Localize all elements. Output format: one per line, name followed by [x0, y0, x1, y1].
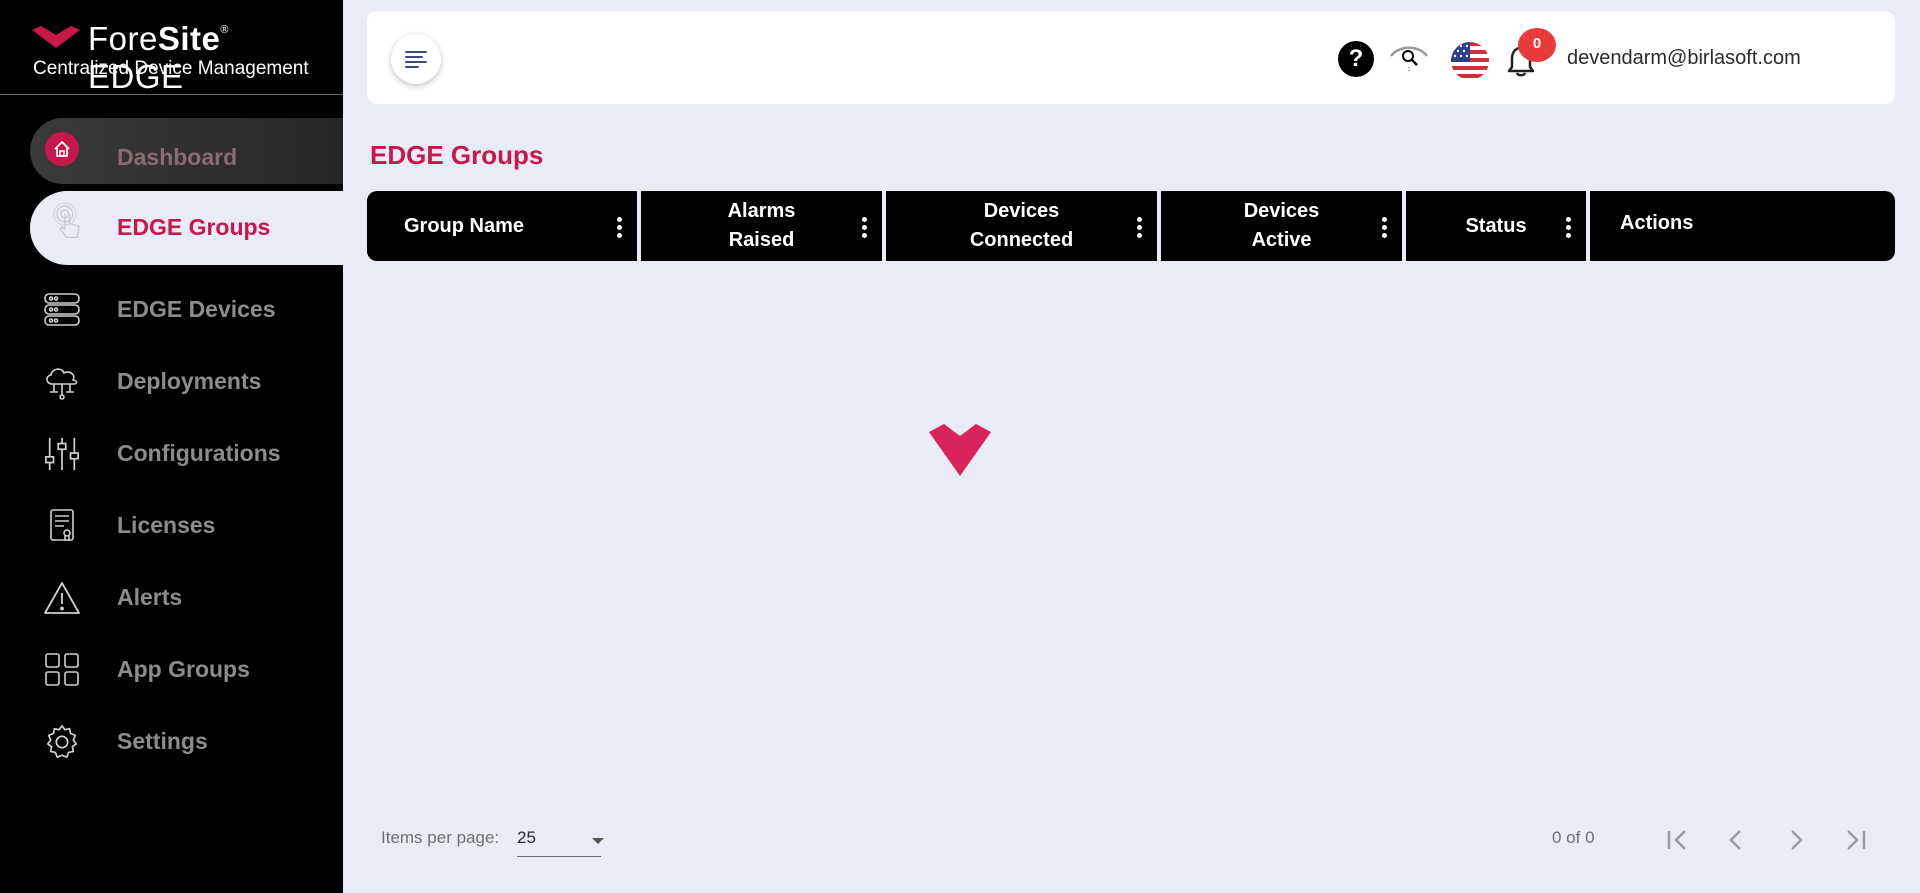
sidebar-item-label: Configurations — [117, 440, 281, 466]
menu-line — [405, 61, 427, 63]
grid-icon — [45, 653, 79, 686]
sidebar-divider — [0, 94, 343, 95]
touch-icon — [53, 203, 80, 239]
pagination-range: 0 of 0 — [1552, 828, 1595, 847]
sidebar-item-configurations[interactable]: Configurations — [0, 420, 343, 486]
menu-toggle-button[interactable] — [391, 34, 441, 84]
menu-line — [405, 56, 423, 58]
sidebar-item-app-groups[interactable]: App Groups — [0, 636, 343, 702]
column-menu-icon[interactable] — [617, 217, 623, 239]
chevron-down-icon — [592, 838, 604, 844]
column-menu-icon[interactable] — [862, 217, 868, 239]
column-header-label: Group Name — [404, 214, 525, 237]
sidebar-item-edge-devices[interactable]: EDGE Devices — [0, 276, 343, 342]
sidebar-item-label: EDGE Devices — [117, 296, 276, 322]
column-header-actions: Actions — [1590, 188, 1895, 258]
items-per-page-select[interactable]: 25 — [517, 826, 604, 857]
column-menu-icon[interactable] — [1566, 217, 1572, 239]
last-page-icon[interactable] — [1836, 820, 1876, 860]
home-icon — [45, 132, 79, 166]
column-header-label: Actions — [1620, 211, 1694, 234]
sidebar-item-alerts[interactable]: Alerts — [0, 564, 343, 630]
sidebar-item-label: Alerts — [117, 584, 183, 610]
column-header-devices-active[interactable]: Devices Active — [1161, 191, 1402, 261]
cloud-network-icon — [46, 368, 78, 400]
column-header-label: Status — [1465, 214, 1527, 237]
items-per-page-label: Items per page: — [381, 828, 500, 847]
sidebar-item-licenses[interactable]: Licenses — [0, 492, 343, 558]
sidebar-item-label: Licenses — [117, 512, 216, 538]
server-icon — [44, 293, 80, 326]
column-menu-icon[interactable] — [1137, 217, 1143, 239]
sidebar-item-label: Deployments — [117, 368, 262, 394]
column-header-alarms-raised[interactable]: Alarms Raised — [641, 191, 882, 261]
brand-subtitle: Centralized Device Management — [33, 58, 309, 79]
first-page-icon[interactable] — [1657, 820, 1697, 860]
brand-logo: ForeSite® EDGE Centralized Device Manage… — [30, 20, 330, 95]
sidebar-item-edge-groups[interactable]: EDGE Groups — [0, 191, 343, 265]
certificate-icon — [50, 509, 74, 541]
sidebar-item-label: EDGE Groups — [117, 214, 271, 240]
next-page-icon[interactable] — [1776, 820, 1816, 860]
loading-spinner-icon — [929, 424, 991, 476]
column-header-label: Devices Active — [1243, 200, 1320, 251]
sidebar-item-label: Settings — [117, 728, 208, 754]
warning-icon — [44, 582, 80, 614]
sidebar-item-deployments[interactable]: Deployments — [0, 348, 343, 414]
sidebar-item-dashboard[interactable]: Dashboard — [0, 118, 343, 184]
sidebar-item-label: App Groups — [117, 656, 250, 682]
column-header-status[interactable]: Status — [1406, 191, 1586, 261]
menu-line — [405, 51, 427, 53]
us-flag-icon[interactable] — [1450, 41, 1490, 81]
previous-page-icon[interactable] — [1716, 820, 1756, 860]
notification-count-badge: 0 — [1518, 28, 1556, 62]
table-header: Group Name Alarms Raised Devices Connect… — [367, 191, 1895, 261]
view-icon[interactable] — [1389, 43, 1429, 75]
sliders-icon — [45, 437, 79, 471]
column-header-group-name[interactable]: Group Name — [367, 191, 637, 261]
column-header-label: Alarms Raised — [727, 200, 796, 251]
menu-line — [405, 66, 419, 68]
column-menu-icon[interactable] — [1382, 217, 1388, 239]
gear-icon — [46, 725, 78, 759]
page-title: EDGE Groups — [370, 140, 544, 170]
column-header-devices-connected[interactable]: Devices Connected — [886, 191, 1157, 261]
user-email[interactable]: devendarm@birlasoft.com — [1567, 47, 1801, 70]
sidebar-item-settings[interactable]: Settings — [0, 708, 343, 774]
foresite-logo-icon — [32, 26, 80, 48]
sidebar-item-label: Dashboard — [117, 144, 238, 170]
sidebar: ForeSite® EDGE Centralized Device Manage… — [0, 0, 343, 893]
top-bar: ? 0 devendarm@birlasoft.com — [367, 11, 1895, 104]
column-header-label: Devices Connected — [969, 200, 1074, 251]
items-per-page-value: 25 — [517, 828, 536, 847]
help-icon[interactable]: ? — [1338, 41, 1374, 77]
